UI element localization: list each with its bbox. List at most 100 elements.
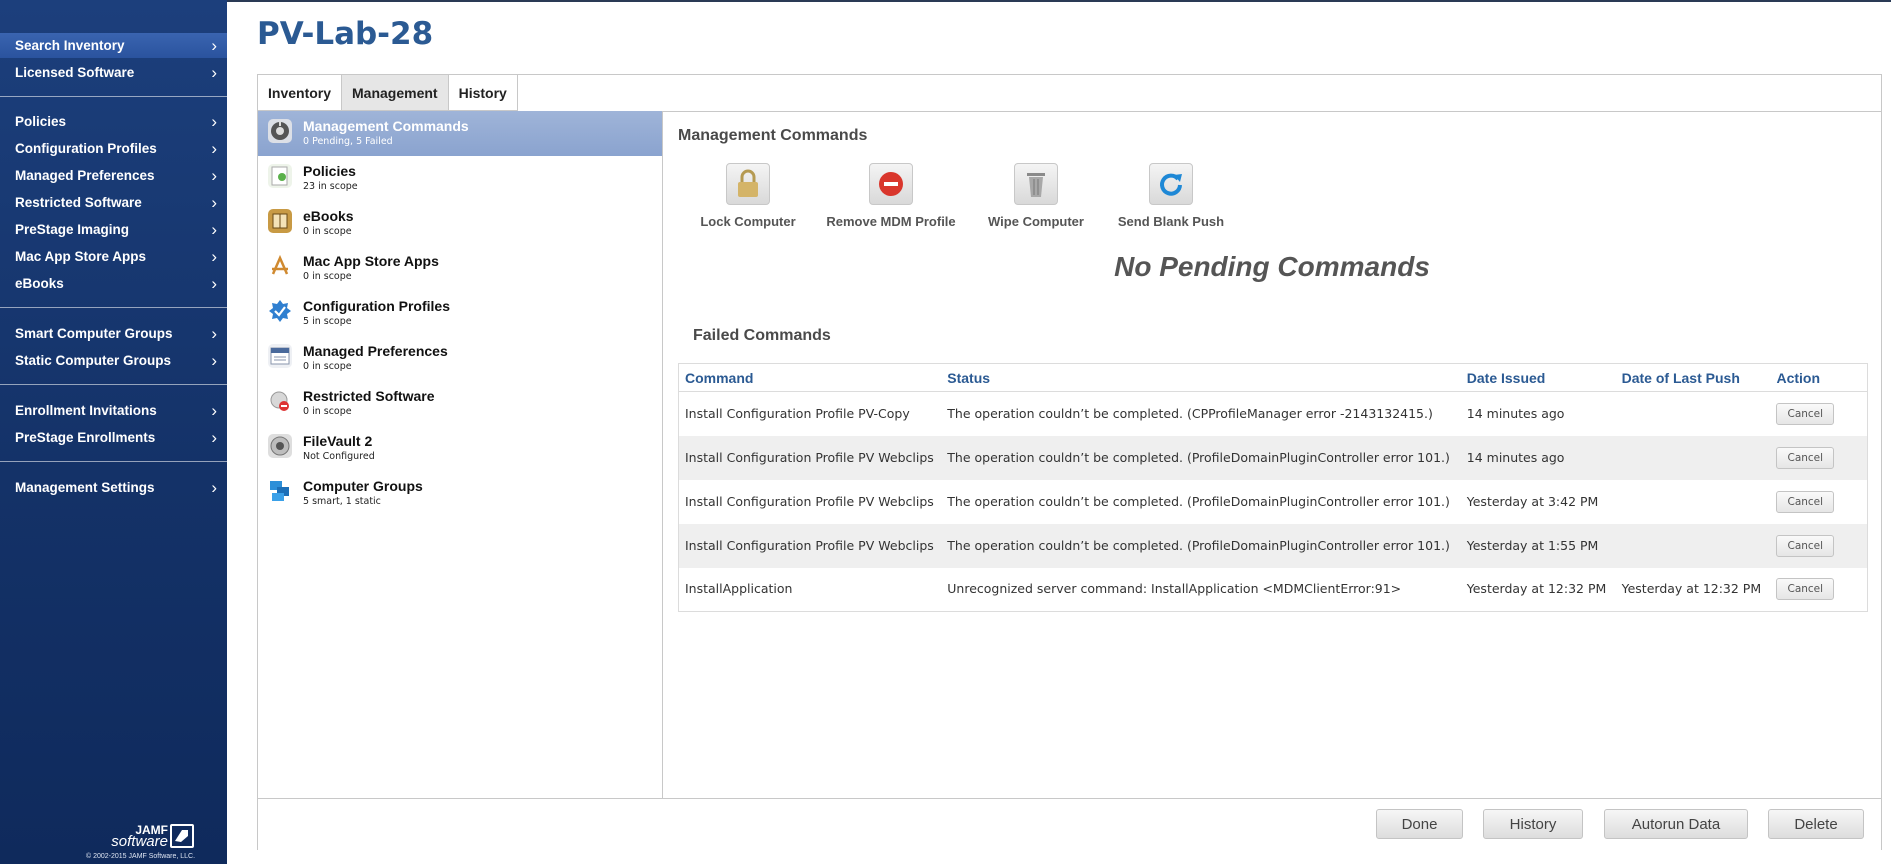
lock-computer-button[interactable]: Lock Computer xyxy=(683,163,813,229)
sidebar-item-label: eBooks xyxy=(15,276,64,291)
done-button[interactable]: Done xyxy=(1376,809,1463,839)
sidebar-item-managed-preferences[interactable]: Managed Preferences › xyxy=(0,163,227,188)
sidebar-item-management-settings[interactable]: Management Settings › xyxy=(0,475,227,500)
sidebar-item-prestage-imaging[interactable]: PreStage Imaging › xyxy=(0,217,227,242)
autorun-data-button[interactable]: Autorun Data xyxy=(1604,809,1748,839)
lock-icon xyxy=(726,163,770,205)
command-label: Wipe Computer xyxy=(988,214,1084,229)
chevron-right-icon: › xyxy=(211,36,217,55)
cell-status: The operation couldn’t be completed. (Pr… xyxy=(947,493,1450,509)
table-row: Install Configuration Profile PV Webclip… xyxy=(678,435,1868,480)
subnav-item-label: FileVault 2 xyxy=(303,433,373,449)
sidebar-item-ebooks[interactable]: eBooks › xyxy=(0,271,227,296)
sidebar-item-prestage-enrollments[interactable]: PreStage Enrollments › xyxy=(0,425,227,450)
subnav-item-label: Mac App Store Apps xyxy=(303,253,439,269)
table-header-row: Command Status Date Issued Date of Last … xyxy=(678,363,1868,392)
history-button[interactable]: History xyxy=(1483,809,1583,839)
send-blank-push-button[interactable]: Send Blank Push xyxy=(1106,163,1236,229)
subnav-item-filevault[interactable]: FileVault 2 Not Configured xyxy=(258,426,662,471)
wipe-computer-button[interactable]: Wipe Computer xyxy=(971,163,1101,229)
chevron-right-icon: › xyxy=(211,220,217,239)
table-row: Install Configuration Profile PV Webclip… xyxy=(679,480,1868,524)
sidebar-item-restricted-software[interactable]: Restricted Software › xyxy=(0,190,227,215)
remove-icon xyxy=(869,163,913,205)
sidebar-item-label: Smart Computer Groups xyxy=(15,326,173,341)
column-header-status[interactable]: Status xyxy=(941,363,1461,392)
sidebar-item-enrollment-invitations[interactable]: Enrollment Invitations › xyxy=(0,398,227,423)
cell-action: Cancel xyxy=(1770,480,1867,524)
cancel-button[interactable]: Cancel xyxy=(1776,446,1835,469)
cell-action: Cancel xyxy=(1770,436,1867,480)
subnav-item-count: 5 smart, 1 static xyxy=(303,496,381,507)
management-commands-icon xyxy=(268,119,292,143)
tab-inventory[interactable]: Inventory xyxy=(258,75,343,111)
chevron-right-icon: › xyxy=(211,139,217,158)
chevron-right-icon: › xyxy=(211,63,217,82)
sidebar-item-label: Managed Preferences xyxy=(15,168,155,183)
sidebar-item-static-computer-groups[interactable]: Static Computer Groups › xyxy=(0,348,227,373)
subnav-item-label: Management Commands xyxy=(303,118,469,134)
subnav-item-restricted-software[interactable]: Restricted Software 0 in scope xyxy=(258,381,662,426)
sidebar: Search Inventory › Licensed Software › P… xyxy=(0,0,227,864)
column-header-date-issued[interactable]: Date Issued xyxy=(1460,363,1616,392)
subnav-item-configuration-profiles[interactable]: Configuration Profiles 5 in scope xyxy=(258,291,662,336)
cancel-button[interactable]: Cancel xyxy=(1776,578,1835,601)
subnav-item-label: Managed Preferences xyxy=(303,343,448,359)
page-title: PV-Lab-28 xyxy=(257,16,434,52)
footer-bar: Done History Autorun Data Delete xyxy=(258,798,1881,850)
sidebar-divider xyxy=(0,96,227,97)
subnav-item-mac-app-store-apps[interactable]: Mac App Store Apps 0 in scope xyxy=(258,246,662,291)
logo-text-software: software xyxy=(111,833,168,850)
column-header-date-last-push[interactable]: Date of Last Push xyxy=(1615,363,1771,392)
jamf-logo: JAMF software xyxy=(78,824,198,852)
subnav-item-count: 0 Pending, 5 Failed xyxy=(303,136,393,147)
subnav-item-count: Not Configured xyxy=(303,451,375,462)
chevron-right-icon: › xyxy=(211,274,217,293)
tab-bar: Inventory Management History xyxy=(258,75,518,111)
failed-commands-table: Command Status Date Issued Date of Last … xyxy=(678,363,1868,612)
subnav-item-computer-groups[interactable]: Computer Groups 5 smart, 1 static xyxy=(258,471,662,516)
cancel-button[interactable]: Cancel xyxy=(1776,402,1835,425)
cell-action: Cancel xyxy=(1770,524,1867,568)
sidebar-item-configuration-profiles[interactable]: Configuration Profiles › xyxy=(0,136,227,161)
ebooks-icon xyxy=(268,209,292,233)
restricted-software-icon xyxy=(268,389,292,413)
cell-status: The operation couldn’t be completed. (CP… xyxy=(947,405,1433,421)
cell-date-last-push xyxy=(1616,392,1771,436)
sidebar-item-search-inventory[interactable]: Search Inventory › xyxy=(0,33,227,58)
remove-mdm-profile-button[interactable]: Remove MDM Profile xyxy=(826,163,956,229)
cancel-button[interactable]: Cancel xyxy=(1776,490,1835,513)
logo-mark-icon xyxy=(170,824,194,848)
cell-command: InstallApplication xyxy=(685,581,793,597)
column-header-action: Action xyxy=(1770,363,1868,392)
cell-date-issued: 14 minutes ago xyxy=(1466,405,1565,421)
subnav-item-count: 0 in scope xyxy=(303,271,352,282)
cancel-button[interactable]: Cancel xyxy=(1776,534,1835,557)
copyright: © 2002-2015 JAMF Software, LLC. xyxy=(86,853,196,860)
subnav-item-policies[interactable]: Policies 23 in scope xyxy=(258,156,662,201)
subnav-item-count: 23 in scope xyxy=(303,181,358,192)
cell-date-issued: Yesterday at 12:32 PM xyxy=(1466,581,1607,597)
tab-management[interactable]: Management xyxy=(342,75,449,111)
tab-history[interactable]: History xyxy=(448,75,517,111)
sidebar-item-smart-computer-groups[interactable]: Smart Computer Groups › xyxy=(0,321,227,346)
subnav-item-ebooks[interactable]: eBooks 0 in scope xyxy=(258,201,662,246)
subnav-item-management-commands[interactable]: Management Commands 0 Pending, 5 Failed xyxy=(258,111,662,156)
subnav-item-count: 0 in scope xyxy=(303,406,352,417)
subnav-item-managed-preferences[interactable]: Managed Preferences 0 in scope xyxy=(258,336,662,381)
delete-button[interactable]: Delete xyxy=(1768,809,1864,839)
sidebar-divider xyxy=(0,461,227,462)
sidebar-item-mac-app-store-apps[interactable]: Mac App Store Apps › xyxy=(0,244,227,269)
cell-command: Install Configuration Profile PV Webclip… xyxy=(685,537,934,553)
subnav-item-count: 0 in scope xyxy=(303,226,352,237)
column-header-command[interactable]: Command xyxy=(678,363,942,392)
management-commands-content: Management Commands Lock Computer Remove… xyxy=(663,111,1881,798)
sidebar-item-label: Static Computer Groups xyxy=(15,353,172,368)
filevault-icon xyxy=(268,434,292,458)
sidebar-item-policies[interactable]: Policies › xyxy=(0,109,227,134)
section-title: Management Commands xyxy=(678,127,868,144)
subnav-item-label: Computer Groups xyxy=(303,478,423,494)
sidebar-item-licensed-software[interactable]: Licensed Software › xyxy=(0,60,227,85)
subnav-item-count: 5 in scope xyxy=(303,316,352,327)
policies-icon xyxy=(268,164,292,188)
